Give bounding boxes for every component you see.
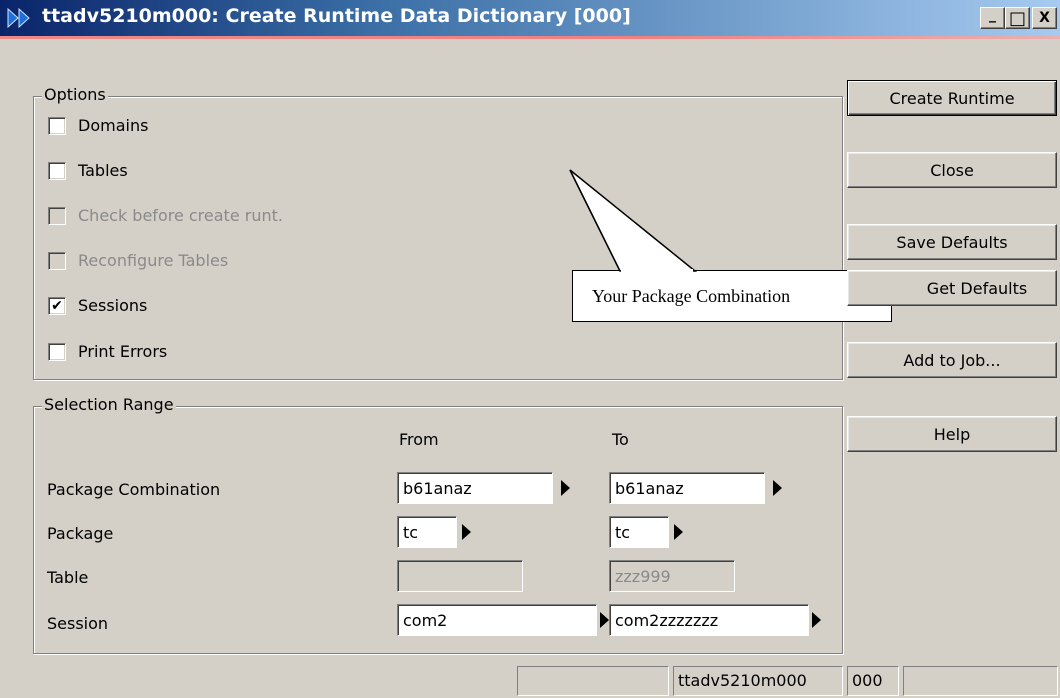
zoom-arrow-icon[interactable] xyxy=(812,612,821,628)
sessions-label: Sessions xyxy=(78,296,148,315)
tables-checkbox[interactable] xyxy=(48,161,66,180)
session-from-field[interactable]: com2 xyxy=(397,604,597,636)
help-button[interactable]: Help xyxy=(847,416,1057,452)
close-icon: X xyxy=(1039,10,1050,26)
table-label: Table xyxy=(47,568,89,587)
reconfigure-tables-checkbox xyxy=(48,251,66,270)
save-defaults-button[interactable]: Save Defaults xyxy=(847,224,1057,260)
option-tables[interactable]: Tables xyxy=(48,161,128,180)
zoom-arrow-icon[interactable] xyxy=(561,480,570,496)
reconfigure-tables-label: Reconfigure Tables xyxy=(78,251,229,270)
table-to-field: zzz999 xyxy=(609,560,735,592)
option-check-before-create: Check before create runt. xyxy=(48,206,283,225)
status-cell-1 xyxy=(517,666,669,696)
options-legend: Options xyxy=(42,85,108,104)
zoom-arrow-icon[interactable] xyxy=(600,612,609,628)
title-bar[interactable]: ttadv5210m000: Create Runtime Data Dicti… xyxy=(0,0,1060,39)
app-icon xyxy=(7,8,30,28)
minimize-button[interactable]: _ xyxy=(980,7,1005,29)
minimize-icon: _ xyxy=(989,7,996,23)
option-reconfigure-tables: Reconfigure Tables xyxy=(48,251,228,270)
callout-tail xyxy=(569,169,698,275)
status-cell-4 xyxy=(903,666,1058,696)
domains-label: Domains xyxy=(78,116,149,135)
get-defaults-label: Get Defaults xyxy=(926,278,1028,298)
package-label: Package xyxy=(47,524,114,543)
package-from-field[interactable]: tc xyxy=(397,516,457,548)
status-session-code: ttadv5210m000 xyxy=(673,666,843,696)
print-errors-checkbox[interactable] xyxy=(48,342,66,361)
tables-label: Tables xyxy=(78,161,128,180)
dialog-window: ttadv5210m000: Create Runtime Data Dicti… xyxy=(0,0,1060,698)
check-before-create-label: Check before create runt. xyxy=(78,206,283,225)
print-errors-label: Print Errors xyxy=(78,342,168,361)
package-combination-to-field[interactable]: b61anaz xyxy=(609,472,765,504)
check-before-create-checkbox xyxy=(48,206,66,225)
create-runtime-button[interactable]: Create Runtime xyxy=(847,80,1057,116)
session-to-field[interactable]: com2zzzzzzz xyxy=(609,604,809,636)
option-sessions[interactable]: ✔ Sessions xyxy=(48,296,147,315)
selection-range-legend: Selection Range xyxy=(42,395,176,414)
package-combination-from-field[interactable]: b61anaz xyxy=(397,472,553,504)
callout-text: Your Package Combination xyxy=(592,285,791,306)
package-to-field[interactable]: tc xyxy=(609,516,669,548)
package-combination-label: Package Combination xyxy=(47,480,221,499)
session-label: Session xyxy=(47,614,109,633)
get-defaults-button[interactable]: Get Defaults xyxy=(847,270,1057,306)
maximize-icon: □ xyxy=(1008,7,1026,29)
status-company: 000 xyxy=(847,666,899,696)
add-to-job-button[interactable]: Add to Job... xyxy=(847,342,1057,378)
from-header: From xyxy=(399,430,439,449)
zoom-arrow-icon[interactable] xyxy=(773,480,782,496)
window-title: ttadv5210m000: Create Runtime Data Dicti… xyxy=(42,5,631,27)
maximize-button[interactable]: □ xyxy=(1005,7,1030,29)
table-from-field xyxy=(397,560,523,592)
to-header: To xyxy=(612,430,629,449)
option-print-errors[interactable]: Print Errors xyxy=(48,342,167,361)
sessions-checkbox[interactable]: ✔ xyxy=(48,296,66,315)
close-window-button[interactable]: X xyxy=(1032,7,1057,29)
zoom-arrow-icon[interactable] xyxy=(674,524,683,540)
domains-checkbox[interactable] xyxy=(48,116,66,135)
close-button[interactable]: Close xyxy=(847,152,1057,188)
zoom-arrow-icon[interactable] xyxy=(462,524,471,540)
option-domains[interactable]: Domains xyxy=(48,116,148,135)
check-mark-icon: ✔ xyxy=(51,297,63,314)
